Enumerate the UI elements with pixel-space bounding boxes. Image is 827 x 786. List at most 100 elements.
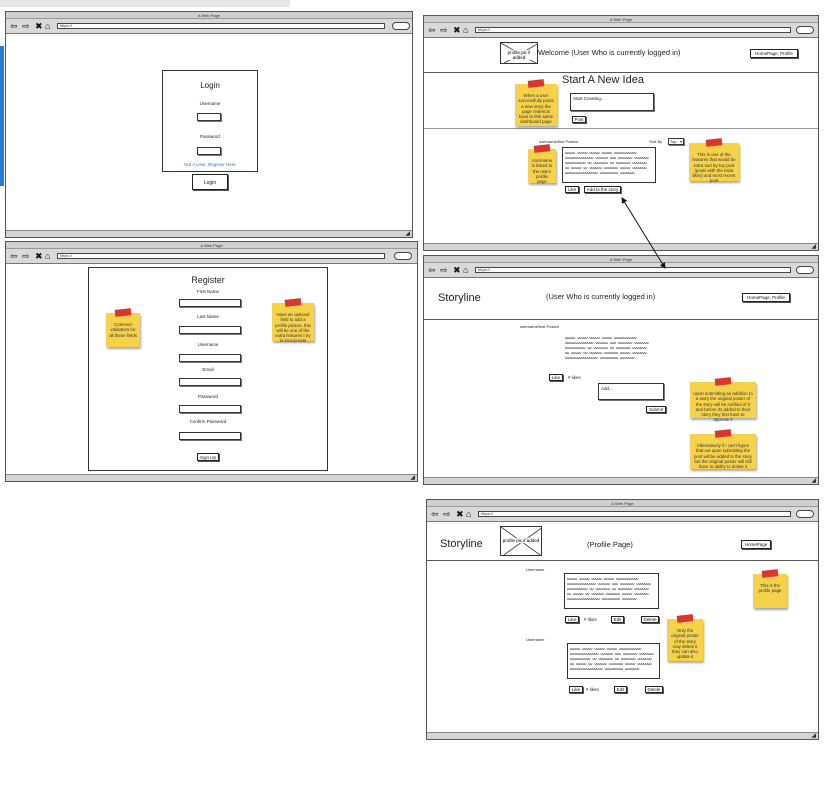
sticky-note-redirect: When a user successfully posts a new sto… (515, 79, 557, 126)
url-bar[interactable]: https:// (475, 267, 791, 273)
login-button[interactable]: Login (192, 174, 228, 190)
password-field[interactable] (197, 147, 221, 155)
home-icon[interactable]: ⌂ (466, 509, 471, 519)
close-icon[interactable]: ✖ (35, 251, 43, 261)
home-icon[interactable]: ⌂ (45, 21, 50, 31)
storyline-brand[interactable]: Storyline (438, 292, 481, 304)
sort-by-label: Sort By (649, 139, 663, 144)
edit-button[interactable]: Edit (611, 616, 624, 623)
resize-grip-icon[interactable]: ◢ (405, 231, 410, 237)
last-name-field[interactable] (179, 326, 241, 334)
password-label: Password (200, 134, 220, 139)
browser-navbar: ⇦ ⇨ ✖ ⌂ https:// (6, 19, 412, 34)
homepage-profile-button[interactable]: HomePage, Profile (742, 293, 790, 302)
url-bar[interactable]: https:// (475, 27, 791, 33)
homepage-button[interactable]: HomePage (741, 540, 771, 549)
username-label[interactable]: Username (526, 637, 544, 642)
username-field[interactable] (197, 113, 221, 121)
back-icon[interactable]: ⇦ (428, 265, 436, 275)
profile-window: A Web Page ⇦ ⇨ ✖ ⌂ https:// Storyline pr… (426, 499, 819, 740)
close-icon[interactable]: ✖ (453, 25, 461, 35)
resize-grip-icon[interactable]: ◢ (811, 478, 816, 484)
home-icon[interactable]: ⌂ (463, 25, 468, 35)
back-icon[interactable]: ⇦ (10, 21, 18, 31)
resize-grip-icon[interactable]: ◢ (410, 475, 415, 481)
profile-picture-placeholder: profile pic if added (500, 526, 542, 556)
note-text: This is one of the features that would b… (692, 152, 736, 184)
profile-page-title: (Profile Page) (587, 540, 633, 549)
note-text: Alternatively if I can't figure that out… (693, 443, 753, 470)
url-bar[interactable]: https:// (478, 511, 791, 517)
resize-grip-icon[interactable]: ◢ (811, 244, 816, 250)
likes-count: # likes (586, 687, 599, 692)
sticky-note-profile: This is the profile page (753, 569, 787, 608)
status-bar: ◢ (6, 474, 417, 481)
login-window: A Web Page ⇦ ⇨ ✖ ⌂ https:// Login Userna… (5, 11, 413, 238)
home-icon[interactable]: ⌂ (463, 265, 468, 275)
new-idea-textarea[interactable]: Start Creating... (570, 93, 654, 111)
back-icon[interactable]: ⇦ (431, 509, 439, 519)
story-text: wwwww wwwww wwwww wwwww wwwwwwwwwww wwww… (565, 151, 649, 175)
like-button[interactable]: Like (565, 186, 579, 193)
add-to-story-button[interactable]: Add to the story (584, 186, 621, 193)
password-field[interactable] (179, 405, 241, 413)
storyline-window: A Web Page ⇦ ⇨ ✖ ⌂ https:// Storyline (U… (423, 255, 819, 485)
add-to-story-field[interactable]: Add... (598, 383, 664, 400)
delete-button[interactable]: Delete (645, 686, 663, 693)
forward-icon[interactable]: ⇨ (440, 265, 448, 275)
storyline-brand[interactable]: Storyline (440, 538, 483, 550)
forward-icon[interactable]: ⇨ (22, 21, 30, 31)
back-icon[interactable]: ⇦ (428, 25, 436, 35)
note-text: Have an optional field to add a profile … (275, 312, 311, 344)
header-divider (424, 72, 818, 73)
status-bar: ◢ (424, 477, 818, 484)
search-button[interactable] (796, 26, 814, 34)
post-button[interactable]: Post (572, 116, 586, 123)
delete-button[interactable]: Delete (641, 616, 659, 623)
forward-icon[interactable]: ⇨ (443, 509, 451, 519)
story-text: wwwww wwwww wwwww wwwww wwwwwwwwwww wwww… (567, 577, 651, 601)
like-button[interactable]: Like (549, 374, 563, 381)
window-title: A Web Page (6, 12, 412, 19)
search-button[interactable] (394, 252, 412, 260)
close-icon[interactable]: ✖ (453, 265, 461, 275)
username-label[interactable]: Username (526, 567, 544, 572)
close-icon[interactable]: ✖ (456, 509, 464, 519)
edit-button[interactable]: Edit (614, 686, 627, 693)
profile-pic-label: profile pic if added (501, 50, 537, 60)
url-bar[interactable]: https:// (57, 253, 385, 259)
posted-by-label[interactable]: username/first Posted (539, 139, 578, 144)
back-icon[interactable]: ⇦ (10, 251, 18, 261)
url-bar[interactable]: https:// (57, 23, 385, 29)
homepage-profile-button[interactable]: HomePage, Profile (750, 49, 798, 58)
window-title: A Web Page (6, 242, 417, 249)
username-field[interactable] (179, 354, 241, 362)
browser-navbar: ⇦ ⇨ ✖ ⌂ https:// (424, 263, 818, 278)
close-icon[interactable]: ✖ (35, 21, 43, 31)
sticky-note-submit: Upon submitting an addition to a story t… (690, 377, 756, 422)
home-icon[interactable]: ⌂ (45, 251, 50, 261)
search-button[interactable] (796, 510, 814, 518)
first-name-field[interactable] (179, 299, 241, 307)
search-button[interactable] (392, 22, 410, 30)
submit-button[interactable]: Submit (646, 406, 666, 413)
register-link[interactable]: Not A User, Register Here (163, 162, 257, 167)
story-post-box: wwwww wwwww wwwww wwwww wwwwwwwwwww wwww… (562, 147, 656, 183)
resize-grip-icon[interactable]: ◢ (811, 733, 816, 739)
confirm-password-label: Confirm Password (189, 419, 227, 424)
window-title: A Web Page (427, 500, 818, 507)
like-button[interactable]: Like (565, 616, 579, 623)
add-placeholder: Add... (601, 386, 613, 391)
forward-icon[interactable]: ⇨ (22, 251, 30, 261)
like-button[interactable]: Like (569, 686, 583, 693)
register-form: Register First Name Last Name Username E… (88, 267, 328, 471)
first-name-label: First Name (196, 289, 219, 294)
sticky-note-owner: Only the original poster of the story ma… (667, 614, 703, 661)
posted-by-label[interactable]: username/first Posted (520, 324, 559, 329)
forward-icon[interactable]: ⇨ (440, 25, 448, 35)
sign-up-button[interactable]: Sign Up (197, 453, 219, 461)
confirm-password-field[interactable] (179, 432, 241, 440)
sort-by-select[interactable]: Top ▾ (668, 138, 684, 145)
email-field[interactable] (179, 378, 241, 386)
search-button[interactable] (796, 266, 814, 274)
